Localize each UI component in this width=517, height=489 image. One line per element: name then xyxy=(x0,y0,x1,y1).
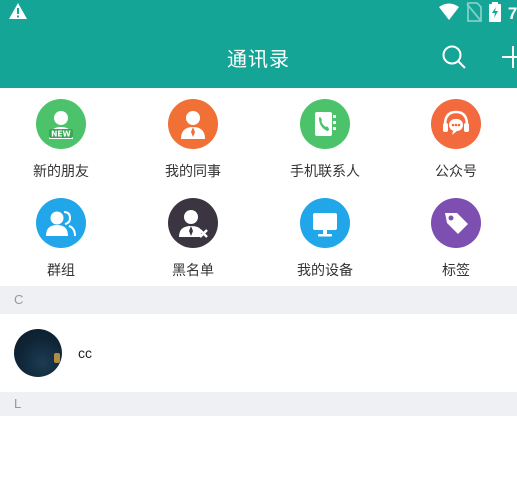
grid-item-label: 我的同事 xyxy=(165,164,221,180)
grid-item-label: 标签 xyxy=(442,263,470,279)
search-icon[interactable] xyxy=(441,44,467,74)
phone-contacts-icon xyxy=(300,99,350,149)
grid-item-label: 我的设备 xyxy=(297,263,353,279)
contact-name: cc xyxy=(78,345,92,361)
contact-row[interactable]: cc xyxy=(0,314,517,392)
grid-item-label: 黑名单 xyxy=(172,263,214,279)
section-letter: L xyxy=(14,396,22,411)
section-header-c: C xyxy=(0,286,517,314)
avatar xyxy=(14,329,62,377)
grid-item-label: 手机联系人 xyxy=(290,164,360,180)
app-bar: 通讯录 xyxy=(0,24,517,88)
warning-icon xyxy=(8,2,28,24)
new-badge-text: NEW xyxy=(51,130,71,139)
grid-item-groups[interactable]: 群组 xyxy=(0,198,126,280)
section-letter: C xyxy=(14,292,24,307)
page-title: 通讯录 xyxy=(227,49,290,71)
grid-item-official-accounts[interactable]: 公众号 xyxy=(391,99,517,181)
function-grid: NEW 新的朋友 我的同事 手机联系人 公众号 群组 黑名单 我的设备 标签 xyxy=(0,88,517,286)
no-sim-icon xyxy=(466,2,482,26)
blacklist-icon xyxy=(168,198,218,248)
grid-item-phone-contacts[interactable]: 手机联系人 xyxy=(260,99,390,181)
plus-icon[interactable] xyxy=(500,44,517,74)
grid-item-tags[interactable]: 标签 xyxy=(391,198,517,280)
new-friend-icon: NEW xyxy=(36,99,86,149)
grid-item-new-friends[interactable]: NEW 新的朋友 xyxy=(0,99,126,181)
official-account-icon xyxy=(431,99,481,149)
grid-item-my-devices[interactable]: 我的设备 xyxy=(260,198,390,280)
grid-item-label: 新的朋友 xyxy=(33,164,89,180)
section-header-l: L xyxy=(0,392,517,416)
grid-item-label: 公众号 xyxy=(435,164,477,180)
colleague-icon xyxy=(168,99,218,149)
group-icon xyxy=(36,198,86,248)
battery-charging-icon xyxy=(488,2,502,26)
wifi-icon xyxy=(438,3,460,25)
grid-item-colleagues[interactable]: 我的同事 xyxy=(128,99,258,181)
grid-item-blacklist[interactable]: 黑名单 xyxy=(128,198,258,280)
grid-item-label: 群组 xyxy=(47,263,75,279)
monitor-icon xyxy=(300,198,350,248)
clock-time: 7: xyxy=(507,4,517,23)
status-bar: 7: xyxy=(0,0,517,24)
tag-icon xyxy=(431,198,481,248)
